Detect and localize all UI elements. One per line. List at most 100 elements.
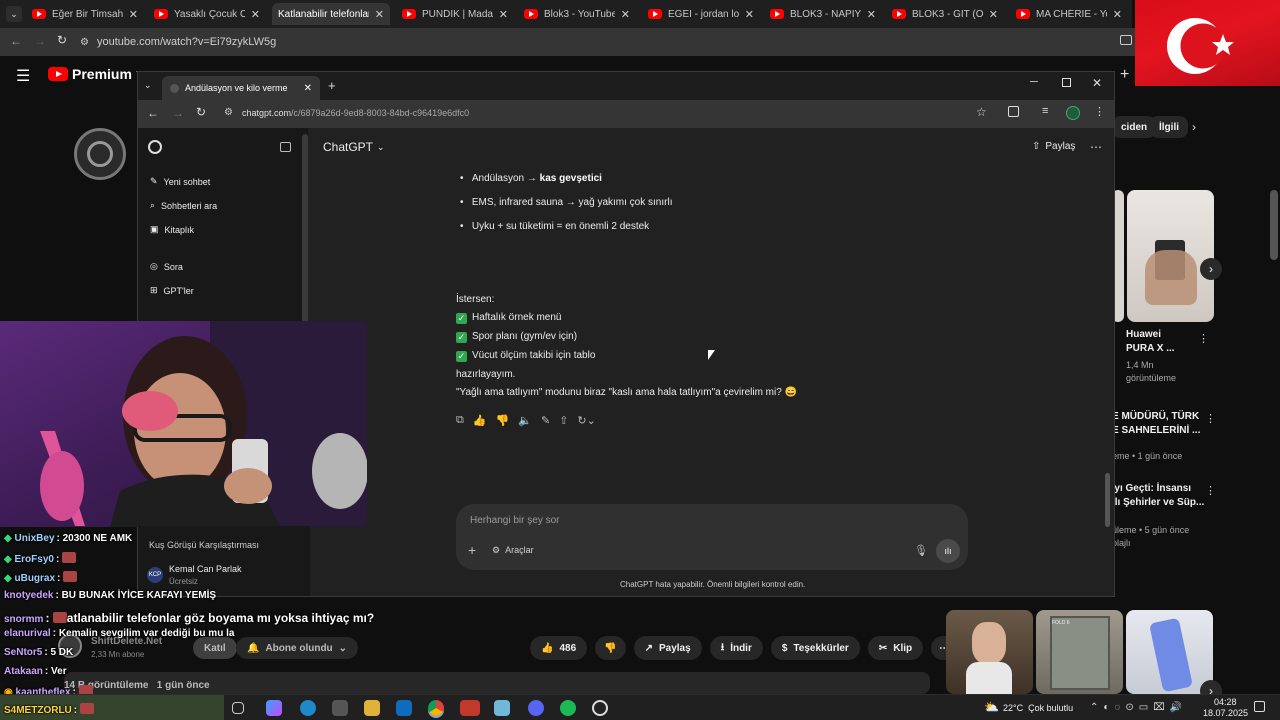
like-button[interactable]: 👍 486 <box>530 636 588 660</box>
more-options-icon[interactable]: ⋯ <box>1090 140 1102 154</box>
user-avatar-overlay[interactable]: KCP <box>147 567 163 583</box>
obs-icon[interactable] <box>592 700 608 716</box>
reload-icon[interactable]: ↻ <box>57 33 67 47</box>
minimize-icon[interactable]: ─ <box>1030 76 1038 88</box>
inner-url-field[interactable]: chatgpt.com/c/6879a26d-9ed8-8003-84bd-c9… <box>242 108 469 118</box>
reload-icon[interactable]: ↻ <box>196 105 206 119</box>
forward-icon[interactable]: → <box>172 106 184 120</box>
close-icon[interactable]: ✕ <box>251 8 260 21</box>
share-chat-button[interactable]: ⇧ Paylaş <box>1032 141 1075 152</box>
youtube-logo[interactable]: Premium TR <box>48 66 145 82</box>
outer-tab[interactable]: EGEI - jordan logosu✕ <box>642 3 760 25</box>
more-options-icon[interactable]: ⋮ <box>1205 412 1216 425</box>
tab-search-button[interactable]: ⌄ <box>144 80 152 91</box>
chat-scrollbar[interactable] <box>1105 473 1110 527</box>
share-button[interactable]: ↗ Paylaş <box>633 636 702 660</box>
history-item-overlay[interactable]: Kuş Görüşü Karşılaştırması <box>149 540 259 550</box>
store-icon[interactable] <box>332 700 348 716</box>
read-aloud-icon[interactable]: 🔈 <box>518 414 532 427</box>
site-info-icon[interactable]: ⚙ <box>80 37 89 48</box>
edit-icon[interactable]: ✎ <box>541 414 550 427</box>
menu-icon[interactable]: ☰ <box>16 66 30 86</box>
close-icon[interactable]: ✕ <box>129 8 138 21</box>
close-icon[interactable]: ✕ <box>375 8 384 21</box>
composer[interactable]: Herhangi bir şey sor + ⚙ Araçlar 🎙 ılı <box>456 504 968 570</box>
outer-tab[interactable]: BLOK3 - NAPIYOSUN✕ <box>764 3 882 25</box>
more-options-icon[interactable]: ⋮ <box>1205 484 1216 497</box>
edge-icon[interactable] <box>300 700 316 716</box>
prompt-input[interactable]: Herhangi bir şey sor <box>470 515 559 526</box>
sidebar-item-library[interactable]: ▣ Kitaplık <box>150 224 194 235</box>
thanks-button[interactable]: $ Teşekkürler <box>770 636 860 660</box>
thumbs-up-icon[interactable]: 👍 <box>473 414 487 427</box>
profile-avatar[interactable] <box>1066 106 1080 120</box>
sidebar-toggle-icon[interactable] <box>280 142 291 152</box>
close-icon[interactable]: ✕ <box>989 8 998 21</box>
chrome-icon[interactable] <box>428 700 444 716</box>
short-thumbnail[interactable] <box>946 610 1033 694</box>
scroll-bar[interactable] <box>1270 190 1278 260</box>
media-icon[interactable]: ≡ <box>1042 105 1048 117</box>
chevron-right-icon[interactable]: › <box>1192 120 1196 134</box>
add-tab-icon[interactable]: + <box>1120 66 1129 84</box>
more-options-icon[interactable]: ⋮ <box>1198 332 1209 345</box>
model-selector[interactable]: ChatGPT ⌄ <box>323 140 385 154</box>
notepad-icon[interactable] <box>494 700 510 716</box>
weather-icon[interactable]: ⛅ <box>984 700 999 714</box>
bookmark-star-icon[interactable]: ☆ <box>976 105 987 119</box>
outer-tab[interactable]: BLOK3 - GİT (Official✕ <box>886 3 1004 25</box>
inner-tab-active[interactable]: Andülasyon ve kilo verme ✕ <box>162 76 320 100</box>
tools-button[interactable]: ⚙ Araçlar <box>492 545 534 556</box>
sidebar-item-search[interactable]: ⌕ Sohbetleri ara <box>150 200 217 211</box>
task-view-icon[interactable] <box>232 702 244 714</box>
outlook-icon[interactable] <box>396 700 412 716</box>
clock-time[interactable]: 04:28 <box>1214 697 1237 707</box>
close-icon[interactable]: ✕ <box>621 8 630 21</box>
video-thumbnail[interactable] <box>1127 190 1214 322</box>
browser-menu-icon[interactable]: ⋮ <box>1094 105 1105 118</box>
notification-icon[interactable] <box>1254 701 1265 712</box>
outer-tab[interactable]: PUNDİK | Madara Olu✕ <box>396 3 514 25</box>
back-icon[interactable]: ← <box>10 34 22 48</box>
recommendation[interactable]: E MÜDÜRÜ, TÜRK E SAHNELERİNİ ... eme • 1… <box>1112 410 1208 463</box>
forward-icon[interactable]: → <box>34 34 46 48</box>
tab-search-button[interactable]: ⌄ <box>6 6 22 22</box>
channel-avatar[interactable] <box>74 128 126 180</box>
join-button[interactable]: Katıl <box>193 637 237 659</box>
close-icon[interactable]: ✕ <box>745 8 754 21</box>
copilot-icon[interactable] <box>266 700 282 716</box>
sidebar-item-gpts[interactable]: ⊞ GPT'ler <box>150 285 194 296</box>
extensions-icon[interactable] <box>1008 106 1019 117</box>
outer-tab[interactable]: Yasaklı Çocuk Oyuncakla✕ <box>148 3 266 25</box>
copy-icon[interactable]: ⧉ <box>456 414 464 427</box>
outer-tab[interactable]: Eğer Bir Timsah Olarak✕ <box>26 3 144 25</box>
explorer-icon[interactable] <box>364 700 380 716</box>
spotify-icon[interactable] <box>560 700 576 716</box>
close-icon[interactable]: ✕ <box>304 83 312 94</box>
outer-tab[interactable]: MA CHÉRIE - YouTub✕ <box>1010 3 1128 25</box>
app-icon[interactable] <box>460 700 480 716</box>
close-window-icon[interactable]: ✕ <box>1092 76 1102 90</box>
site-info-icon[interactable]: ⚙ <box>224 107 233 118</box>
user-name-overlay[interactable]: Kemal Can Parlak <box>169 564 242 574</box>
download-button[interactable]: ⭳ İndir <box>709 636 763 660</box>
outer-tab[interactable]: Blok3 - YouTube ✕ <box>518 3 636 25</box>
back-icon[interactable]: ← <box>147 106 159 120</box>
thumbs-down-icon[interactable]: 👎 <box>496 414 510 427</box>
close-icon[interactable]: ✕ <box>499 8 508 21</box>
regenerate-icon[interactable]: ↻⌄ <box>577 414 595 427</box>
recommendation[interactable]: 'yı Geçti: İnsansı ılı Şehirler ve Süp..… <box>1112 482 1208 550</box>
voice-mode-button[interactable]: ılı <box>936 539 960 563</box>
outer-url-field[interactable]: ⚙ youtube.com/watch?v=Ei79zykLW5g <box>80 32 1110 52</box>
recommendation[interactable]: Huawei PURA X ... 1,4 Mn görüntüleme <box>1126 328 1206 385</box>
close-icon[interactable]: ✕ <box>1113 8 1122 21</box>
filter-chip[interactable]: İlgili <box>1150 116 1188 138</box>
dislike-button[interactable]: 👎 <box>595 636 626 660</box>
close-icon[interactable]: ✕ <box>867 8 876 21</box>
subscribed-button[interactable]: 🔔 Abone olundu ⌄ <box>236 637 359 659</box>
clock-date[interactable]: 18.07.2025 <box>1203 708 1248 718</box>
microphone-icon[interactable]: 🎙 <box>914 544 928 557</box>
plus-icon[interactable]: + <box>468 542 476 558</box>
short-thumbnail[interactable]: FOLD 6 <box>1036 610 1123 694</box>
weather-text[interactable]: 22°C Çok bulutlu <box>1003 703 1073 713</box>
